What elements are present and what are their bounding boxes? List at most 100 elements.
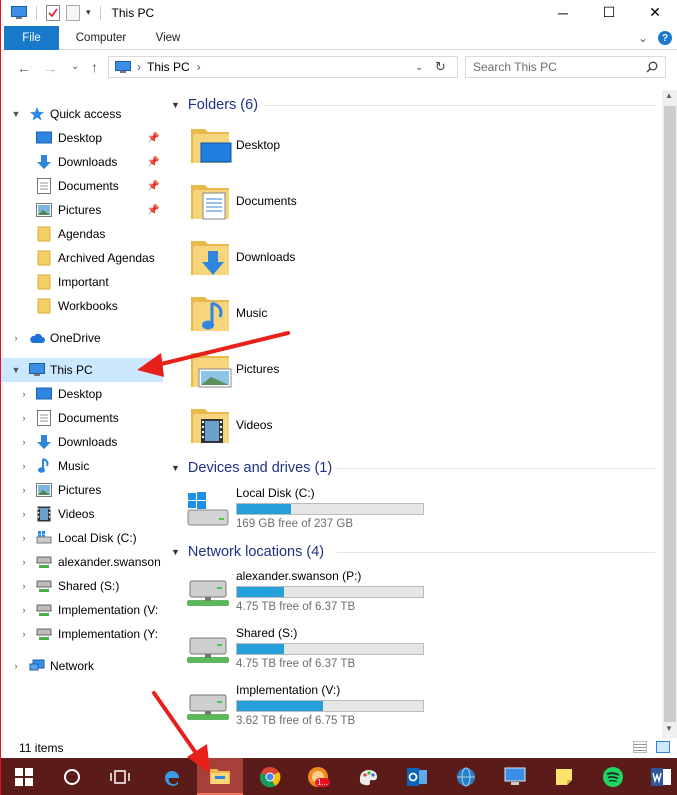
nav-qa-important[interactable]: Important (1, 270, 163, 294)
scroll-down-arrow-icon[interactable]: ▼ (665, 724, 673, 733)
nav-pc-alexander-swanson[interactable]: › alexander.swanson (1, 550, 163, 574)
folder-desktop[interactable]: Desktop (189, 121, 449, 169)
chevron-right-icon[interactable]: › (19, 389, 29, 399)
paint-icon[interactable] (345, 758, 391, 795)
chevron-down-icon[interactable]: ▼ (171, 100, 180, 110)
help-button[interactable]: ? (656, 26, 674, 50)
maximize-button[interactable]: ☐ (586, 0, 632, 25)
network-drive-shared-s[interactable]: Shared (S:) 4.75 TB free of 6.37 TB (185, 626, 485, 676)
nav-pc-documents[interactable]: › Documents (1, 406, 163, 430)
new-folder-icon[interactable] (66, 4, 80, 21)
close-button[interactable]: ✕ (632, 0, 677, 25)
spotify-icon[interactable] (590, 758, 636, 795)
edge-icon[interactable] (149, 758, 195, 795)
notification-app-icon[interactable]: 1... (295, 758, 341, 795)
folder-documents[interactable]: Documents (189, 177, 449, 225)
file-explorer-icon[interactable] (197, 758, 243, 795)
this-pc-icon[interactable] (11, 5, 27, 20)
vertical-scrollbar[interactable]: ▲ ▼ (662, 90, 677, 738)
network-globe-icon[interactable] (443, 758, 489, 795)
chevron-right-icon[interactable]: › (19, 629, 29, 639)
chevron-down-icon[interactable]: ▼ (11, 365, 21, 375)
chevron-right-icon[interactable]: › (19, 581, 29, 591)
nav-qa-archived-agendas[interactable]: Archived Agendas (1, 246, 163, 270)
nav-qa-agendas[interactable]: Agendas (1, 222, 163, 246)
customize-toolbar-icon[interactable]: ▾ (86, 7, 91, 18)
pin-icon[interactable]: 📌 (147, 205, 159, 216)
nav-qa-documents[interactable]: Documents 📌 (1, 174, 163, 198)
chevron-right-icon[interactable]: › (19, 437, 29, 447)
details-view-icon[interactable] (633, 741, 647, 753)
word-icon[interactable] (638, 758, 677, 795)
nav-pc-pictures[interactable]: › Pictures (1, 478, 163, 502)
chevron-down-icon[interactable]: ▼ (11, 109, 21, 119)
tab-computer[interactable]: Computer (67, 26, 135, 50)
folder-music[interactable]: Music (189, 289, 449, 337)
chevron-right-icon[interactable]: › (19, 605, 29, 615)
chevron-down-icon[interactable]: ▼ (171, 463, 180, 473)
pin-icon[interactable]: 📌 (147, 133, 159, 144)
expand-ribbon-button[interactable]: ⌄ (634, 26, 652, 50)
cortana-search-icon[interactable] (49, 758, 95, 795)
outlook-icon[interactable] (394, 758, 440, 795)
breadcrumb-this-pc[interactable]: This PC (147, 60, 190, 74)
chevron-right-icon[interactable]: › (19, 509, 29, 519)
nav-qa-desktop[interactable]: Desktop 📌 (1, 126, 163, 150)
nav-pc-local-disk[interactable]: › Local Disk (C:) (1, 526, 163, 550)
nav-pc-shared[interactable]: › Shared (S:) (1, 574, 163, 598)
network-drive-alexander-swanson[interactable]: alexander.swanson (P:) 4.75 TB free of 6… (185, 569, 485, 619)
chevron-right-icon[interactable]: › (19, 461, 29, 471)
chevron-right-icon[interactable]: › (11, 333, 21, 343)
large-icons-view-icon[interactable] (656, 741, 670, 753)
properties-icon[interactable] (46, 4, 60, 21)
nav-qa-workbooks[interactable]: Workbooks (1, 294, 163, 318)
folder-pictures[interactable]: Pictures (189, 345, 449, 393)
breadcrumb-separator[interactable]: › (137, 60, 141, 74)
chrome-icon[interactable] (247, 758, 293, 795)
network-drive-implementation-v[interactable]: Implementation (V:) 3.62 TB free of 6.75… (185, 683, 485, 730)
windows-start-icon[interactable] (1, 758, 47, 795)
scrollbar-thumb[interactable] (664, 106, 676, 722)
group-header-folders[interactable]: ▼ Folders (6) (171, 95, 258, 115)
address-dropdown-button[interactable]: ⌄ (415, 62, 423, 73)
chevron-right-icon[interactable]: › (11, 661, 21, 671)
refresh-button[interactable]: ↻ (435, 59, 446, 75)
up-button[interactable]: ↑ (91, 59, 98, 75)
group-header-devices[interactable]: ▼ Devices and drives (1) (171, 458, 332, 478)
nav-qa-downloads[interactable]: Downloads 📌 (1, 150, 163, 174)
folder-videos[interactable]: Videos (189, 401, 449, 449)
tab-view[interactable]: View (146, 26, 190, 50)
chevron-right-icon[interactable]: › (19, 485, 29, 495)
remote-desktop-icon[interactable] (492, 758, 538, 795)
nav-pc-music[interactable]: › Music (1, 454, 163, 478)
nav-onedrive[interactable]: › OneDrive (1, 326, 163, 350)
scroll-up-arrow-icon[interactable]: ▲ (665, 91, 673, 100)
recent-locations-button[interactable]: ⌄ (71, 61, 79, 72)
search-input[interactable]: Search This PC (465, 56, 666, 78)
nav-network[interactable]: › Network (1, 654, 163, 678)
pin-icon[interactable]: 📌 (147, 157, 159, 168)
nav-this-pc[interactable]: ▼ This PC (1, 358, 163, 382)
minimize-button[interactable]: ─ (540, 0, 586, 25)
nav-pc-implementation-v[interactable]: › Implementation (V: (1, 598, 163, 622)
drive-local-disk-c[interactable]: Local Disk (C:) 169 GB free of 237 GB (185, 486, 485, 536)
chevron-down-icon[interactable]: ▼ (171, 547, 180, 557)
chevron-right-icon[interactable]: › (19, 413, 29, 423)
task-view-icon[interactable] (97, 758, 143, 795)
nav-pc-desktop[interactable]: › Desktop (1, 382, 163, 406)
back-button[interactable]: ← (17, 60, 31, 76)
folder-downloads[interactable]: Downloads (189, 233, 449, 281)
chevron-right-icon[interactable]: › (19, 557, 29, 567)
chevron-right-icon[interactable]: › (19, 533, 29, 543)
group-header-network[interactable]: ▼ Network locations (4) (171, 542, 324, 562)
nav-pc-downloads[interactable]: › Downloads (1, 430, 163, 454)
tab-file[interactable]: File (4, 26, 59, 50)
forward-button[interactable]: → (43, 60, 57, 76)
nav-pc-implementation-y[interactable]: › Implementation (Y: (1, 622, 163, 646)
nav-qa-pictures[interactable]: Pictures 📌 (1, 198, 163, 222)
pin-icon[interactable]: 📌 (147, 181, 159, 192)
nav-pc-videos[interactable]: › Videos (1, 502, 163, 526)
breadcrumb-separator[interactable]: › (197, 60, 201, 74)
sticky-notes-icon[interactable] (541, 758, 587, 795)
nav-quick-access[interactable]: ▼ Quick access (1, 102, 163, 126)
